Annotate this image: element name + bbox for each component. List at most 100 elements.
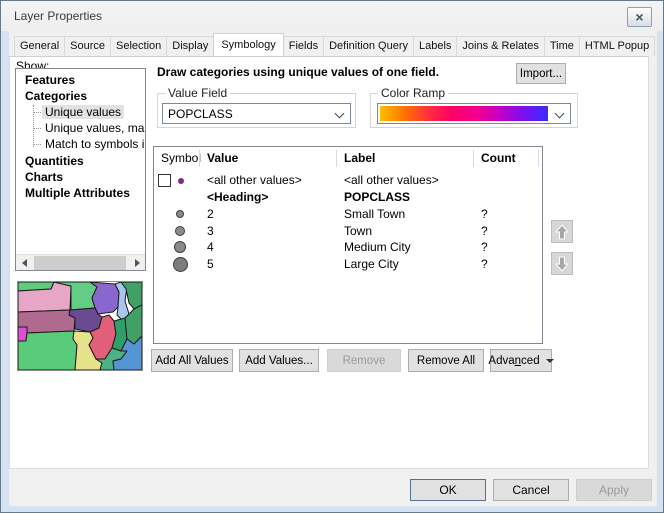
column-count: Count bbox=[481, 151, 516, 165]
tab-display[interactable]: Display bbox=[166, 36, 214, 56]
column-symbol: Symbol bbox=[161, 151, 201, 165]
move-down-button[interactable] bbox=[551, 252, 573, 275]
tree-item-multiple-attributes[interactable]: Multiple Attributes bbox=[16, 185, 145, 201]
tab-general[interactable]: General bbox=[14, 36, 65, 56]
tab-symbology[interactable]: Symbology bbox=[213, 33, 283, 56]
circle-symbol-icon bbox=[173, 257, 188, 272]
tree-horizontal-scrollbar[interactable] bbox=[16, 254, 145, 270]
tree-twig-icon bbox=[33, 112, 41, 113]
value-cell: <all other values> bbox=[207, 172, 302, 189]
count-cell: ? bbox=[481, 223, 488, 240]
remove-all-button[interactable]: Remove All bbox=[408, 349, 484, 372]
value-cell: 2 bbox=[207, 206, 214, 223]
value-cell: 4 bbox=[207, 239, 214, 256]
table-row-heading[interactable]: <Heading> POPCLASS bbox=[154, 189, 542, 206]
add-values-button[interactable]: Add Values... bbox=[239, 349, 319, 372]
symbol-cell[interactable] bbox=[154, 239, 199, 256]
layer-preview-map bbox=[17, 281, 143, 371]
label-cell: Medium City bbox=[344, 239, 411, 256]
color-ramp-label: Color Ramp bbox=[378, 86, 448, 100]
label-cell: <all other values> bbox=[344, 172, 439, 189]
tree-item-charts[interactable]: Charts bbox=[16, 169, 145, 185]
close-icon: × bbox=[635, 10, 643, 24]
add-all-values-button[interactable]: Add All Values bbox=[151, 349, 233, 372]
tab-time[interactable]: Time bbox=[544, 36, 580, 56]
color-ramp-swatch bbox=[380, 106, 548, 121]
value-field-dropdown[interactable]: POPCLASS bbox=[162, 103, 351, 124]
tree-item-quantities[interactable]: Quantities bbox=[16, 153, 145, 169]
dropdown-caret-icon bbox=[546, 359, 554, 363]
table-row-4[interactable]: 4 Medium City ? bbox=[154, 239, 542, 256]
count-cell: ? bbox=[481, 206, 488, 223]
all-other-values-symbol-icon bbox=[178, 178, 184, 184]
symbol-cell[interactable] bbox=[154, 256, 199, 273]
column-divider bbox=[336, 150, 337, 167]
label-cell: POPCLASS bbox=[344, 189, 410, 206]
value-cell: 3 bbox=[207, 223, 214, 240]
table-row-all-other-values[interactable]: <all other values> <all other values> bbox=[154, 172, 542, 189]
tree-item-features[interactable]: Features bbox=[16, 72, 145, 88]
table-row-3[interactable]: 3 Town ? bbox=[154, 223, 542, 240]
tab-definition-query[interactable]: Definition Query bbox=[323, 36, 414, 56]
tree-twig-icon bbox=[33, 144, 41, 145]
all-other-values-checkbox[interactable] bbox=[158, 174, 171, 187]
circle-symbol-icon bbox=[175, 226, 185, 236]
scroll-right-button[interactable] bbox=[129, 255, 145, 271]
value-field-groupbox: Value Field POPCLASS bbox=[157, 93, 356, 128]
ok-button[interactable]: OK bbox=[410, 479, 486, 501]
circle-symbol-icon bbox=[176, 210, 184, 218]
advanced-button[interactable]: Advanced bbox=[490, 349, 552, 372]
tree-item-unique-values-many[interactable]: Unique values, many bbox=[16, 120, 145, 136]
tree-item-unique-values[interactable]: Unique values bbox=[16, 104, 145, 120]
tab-source[interactable]: Source bbox=[64, 36, 111, 56]
table-row-5[interactable]: 5 Large City ? bbox=[154, 256, 542, 273]
label-cell: Small Town bbox=[344, 206, 405, 223]
tab-labels[interactable]: Labels bbox=[413, 36, 457, 56]
title-bar[interactable]: Layer Properties × bbox=[1, 1, 663, 31]
value-field-selected: POPCLASS bbox=[168, 107, 233, 121]
scroll-left-arrow-icon bbox=[22, 259, 27, 267]
chevron-down-icon bbox=[555, 109, 565, 119]
value-cell: 5 bbox=[207, 256, 214, 273]
tab-selection[interactable]: Selection bbox=[110, 36, 167, 56]
column-divider bbox=[538, 150, 539, 167]
tab-strip: General Source Selection Display Symbolo… bbox=[14, 33, 654, 56]
symbol-cell[interactable] bbox=[154, 223, 199, 240]
scroll-left-button[interactable] bbox=[16, 255, 32, 271]
tree-item-categories[interactable]: Categories bbox=[16, 88, 145, 104]
column-value: Value bbox=[207, 151, 238, 165]
tab-html-popup[interactable]: HTML Popup bbox=[579, 36, 655, 56]
move-up-button[interactable] bbox=[551, 220, 573, 243]
scrollbar-thumb[interactable] bbox=[34, 256, 126, 270]
tree-twig-icon bbox=[33, 128, 41, 129]
advanced-label: Adva bbox=[488, 355, 514, 367]
table-row-2[interactable]: 2 Small Town ? bbox=[154, 206, 542, 223]
tab-fields[interactable]: Fields bbox=[283, 36, 324, 56]
remove-button: Remove bbox=[327, 349, 401, 372]
show-tree: Features Categories Unique values Unique… bbox=[15, 68, 146, 271]
arrow-down-icon bbox=[555, 256, 569, 272]
unique-values-table[interactable]: Symbol Value Label Count <all other valu… bbox=[153, 146, 543, 344]
label-cell: Large City bbox=[344, 256, 399, 273]
symbol-cell[interactable] bbox=[154, 172, 199, 189]
cancel-button[interactable]: Cancel bbox=[493, 479, 569, 501]
value-field-label: Value Field bbox=[165, 86, 230, 100]
count-cell: ? bbox=[481, 256, 488, 273]
close-button[interactable]: × bbox=[627, 7, 652, 27]
import-button[interactable]: Import... bbox=[516, 63, 566, 84]
tab-joins-relates[interactable]: Joins & Relates bbox=[456, 36, 544, 56]
apply-button: Apply bbox=[576, 479, 652, 501]
window-title: Layer Properties bbox=[14, 9, 102, 23]
symbol-cell[interactable] bbox=[154, 206, 199, 223]
page-title: Draw categories using unique values of o… bbox=[157, 65, 439, 79]
map-preview-image bbox=[18, 282, 142, 370]
circle-symbol-icon bbox=[174, 241, 186, 253]
count-cell: ? bbox=[481, 239, 488, 256]
chevron-down-icon bbox=[335, 109, 345, 119]
color-ramp-groupbox: Color Ramp bbox=[370, 93, 578, 128]
column-label: Label bbox=[344, 151, 375, 165]
symbology-page: Show: Features Categories Unique values … bbox=[9, 56, 649, 469]
value-cell: <Heading> bbox=[207, 189, 268, 206]
color-ramp-dropdown[interactable] bbox=[377, 103, 571, 124]
tree-item-match-symbols[interactable]: Match to symbols in a bbox=[16, 136, 145, 152]
